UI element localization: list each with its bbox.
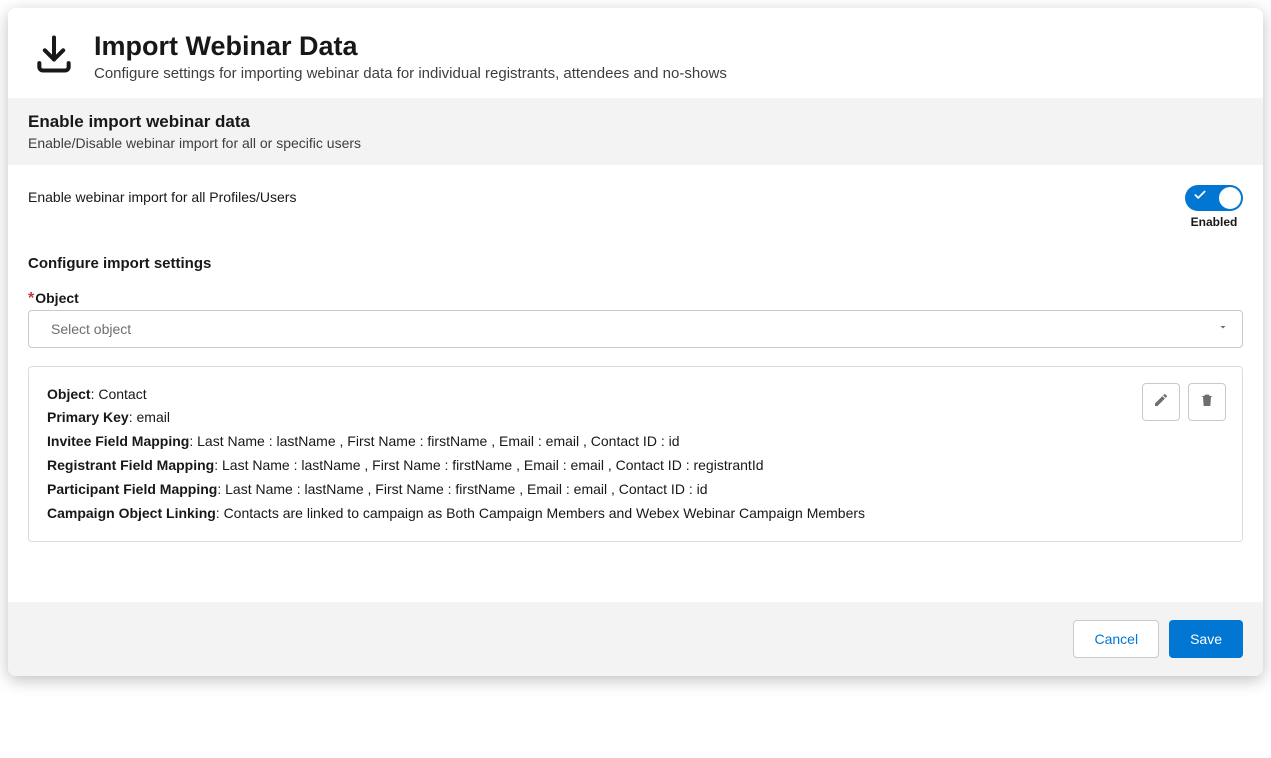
page-subtitle: Configure settings for importing webinar… [94,65,727,82]
mapping-row-label: Invitee Field Mapping [47,433,189,449]
mapping-row: Primary Key: email [47,406,1130,430]
save-button[interactable]: Save [1169,620,1243,658]
object-field: *Object Select object [28,290,1243,348]
check-icon [1193,188,1207,207]
header-text: Import Webinar Data Configure settings f… [94,32,727,82]
mapping-row-value: : email [129,409,170,425]
mapping-row-value: : Contacts are linked to campaign as Bot… [216,505,865,521]
mapping-row-label: Participant Field Mapping [47,481,217,497]
mapping-row-value: : Contact [91,386,147,402]
required-indicator: * [28,290,34,307]
configure-heading: Configure import settings [28,255,1243,272]
enable-toggle-row: Enable webinar import for all Profiles/U… [28,185,1243,255]
mapping-row: Invitee Field Mapping: Last Name : lastN… [47,430,1130,454]
toggle-knob [1219,187,1241,209]
mapping-row: Participant Field Mapping: Last Name : l… [47,478,1130,502]
mapping-row-value: : Last Name : lastName , First Name : fi… [189,433,679,449]
object-label: Object [35,290,79,306]
mapping-row: Registrant Field Mapping: Last Name : la… [47,454,1130,478]
mapping-row-value: : Last Name : lastName , First Name : fi… [214,457,763,473]
toggle-wrapper: Enabled [1185,185,1243,229]
mapping-row-value: : Last Name : lastName , First Name : fi… [217,481,707,497]
mapping-row-label: Object [47,386,91,402]
mapping-card: Object: ContactPrimary Key: emailInvitee… [28,366,1243,543]
section-subtitle: Enable/Disable webinar import for all or… [28,135,1243,151]
modal-footer: Cancel Save [8,602,1263,676]
mapping-row: Campaign Object Linking: Contacts are li… [47,502,1130,526]
download-icon [32,32,76,76]
pencil-icon [1153,392,1169,411]
import-webinar-modal: Import Webinar Data Configure settings f… [8,8,1263,676]
section-title: Enable import webinar data [28,112,1243,132]
section-header: Enable import webinar data Enable/Disabl… [8,98,1263,165]
delete-button[interactable] [1188,383,1226,421]
card-actions [1142,383,1226,421]
page-title: Import Webinar Data [94,32,727,62]
trash-icon [1199,392,1215,411]
mapping-row: Object: Contact [47,383,1130,407]
mapping-row-label: Registrant Field Mapping [47,457,214,473]
enable-label: Enable webinar import for all Profiles/U… [28,185,296,205]
object-select-wrap: Select object [28,310,1243,348]
object-select-placeholder: Select object [51,321,131,337]
cancel-button[interactable]: Cancel [1073,620,1159,658]
edit-button[interactable] [1142,383,1180,421]
object-select[interactable]: Select object [28,310,1243,348]
chevron-down-icon [1217,320,1229,338]
modal-header: Import Webinar Data Configure settings f… [8,8,1263,98]
enable-toggle[interactable] [1185,185,1243,211]
mapping-row-label: Primary Key [47,409,129,425]
toggle-state-label: Enabled [1191,215,1238,229]
content-area: Enable webinar import for all Profiles/U… [8,165,1263,553]
mapping-card-body: Object: ContactPrimary Key: emailInvitee… [47,383,1130,526]
mapping-row-label: Campaign Object Linking [47,505,216,521]
